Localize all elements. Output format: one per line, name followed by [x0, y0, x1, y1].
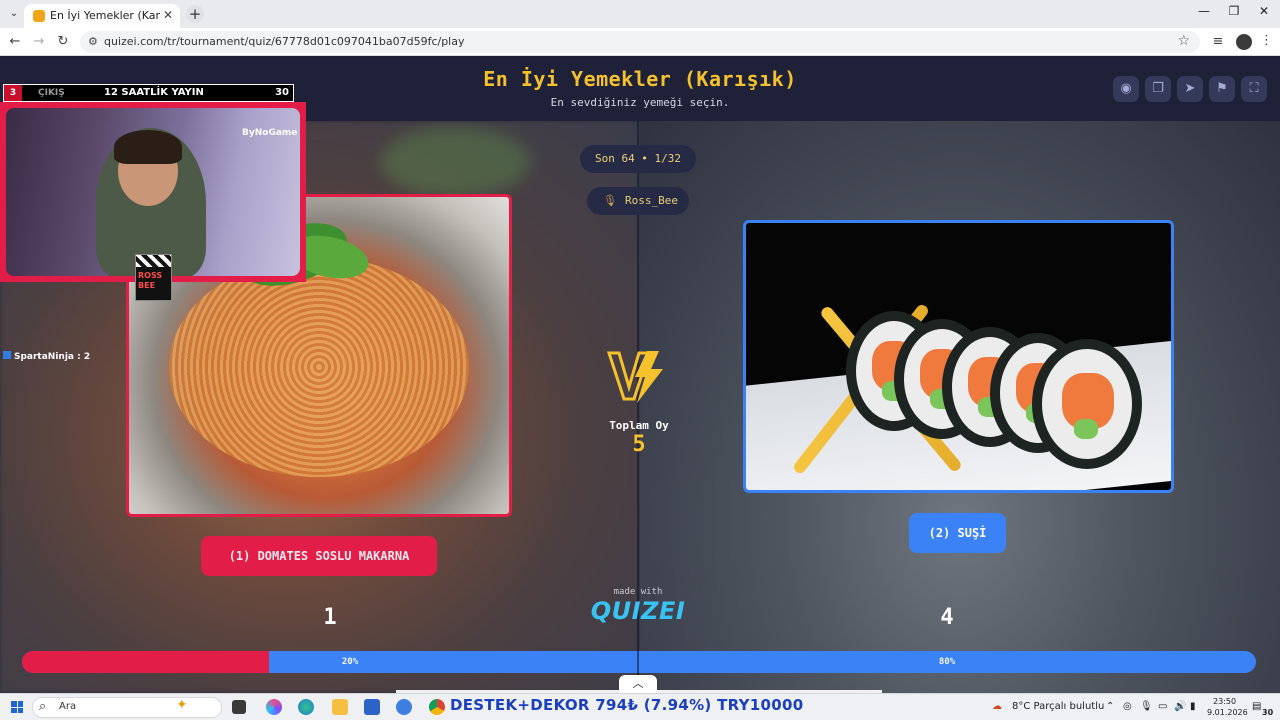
flag-icon[interactable]: ⚑	[1209, 76, 1235, 102]
bookmark-star-icon[interactable]: ☆	[1177, 33, 1190, 49]
background-leaf	[380, 127, 530, 197]
notification-bell-icon[interactable]: ▤	[1252, 701, 1261, 712]
tab-search-chevron-icon[interactable]: ⌄	[6, 6, 22, 22]
tray-app-icon[interactable]: ◎	[1123, 701, 1132, 712]
address-bar[interactable]: ⚙ quizei.com/tr/tournament/quiz/67778d01…	[80, 31, 1200, 53]
tab-close-icon[interactable]: ✕	[163, 8, 173, 22]
right-percent-label: 80%	[938, 657, 956, 667]
stream-left-number: 3	[4, 85, 22, 101]
tab-favicon-icon	[33, 10, 45, 22]
chat-user-icon	[3, 351, 11, 359]
chat-user: SpartaNinja : 2	[3, 351, 90, 362]
total-votes-label: Toplam Oy	[609, 419, 669, 432]
copy-icon[interactable]: ❐	[1145, 76, 1171, 102]
chrome-icon[interactable]	[429, 699, 445, 715]
vote-progress-bar: 20% 80%	[22, 651, 1256, 673]
reload-icon[interactable]: ↻	[54, 33, 72, 51]
new-tab-button[interactable]: +	[186, 5, 204, 23]
site-info-icon[interactable]: ⚙	[88, 35, 98, 48]
right-vote-count: 4	[940, 605, 954, 630]
stream-exit-label: ÇIKIŞ	[38, 88, 65, 98]
clapperboard-icon	[136, 255, 171, 267]
eye-icon[interactable]: ◉	[1113, 76, 1139, 102]
task-view-icon[interactable]	[232, 700, 246, 714]
close-window-button[interactable]: ✕	[1250, 4, 1278, 18]
total-votes-value: 5	[632, 432, 646, 457]
microphone-icon[interactable]: 🎙	[1140, 701, 1153, 712]
ross-bee-badge: ROSS BEE	[135, 254, 172, 301]
user-icon: 🎙	[603, 194, 617, 207]
back-icon[interactable]: ←	[6, 33, 24, 51]
left-percent-label: 20%	[341, 657, 359, 667]
stream-donation-ticker: DESTEK+DEKOR 794₺ (7.94%) TRY10000	[450, 696, 804, 714]
browser-tab-active[interactable]: En İyi Yemekler (Karışık) - Tier L ✕	[24, 4, 180, 28]
left-vote-count: 1	[323, 605, 337, 630]
browser-menu-icon[interactable]: ⋮	[1260, 33, 1273, 48]
streamer-hair	[114, 130, 182, 164]
copilot-sparkle-icon[interactable]: ✦	[176, 697, 188, 713]
fullscreen-icon[interactable]: ⛶	[1241, 76, 1267, 102]
file-explorer-icon[interactable]	[332, 699, 348, 715]
stream-top-bar: 3 ÇIKIŞ 12 SAATLİK YAYIN 30	[3, 84, 294, 102]
ross-badge-text: ROSS BEE	[138, 271, 163, 290]
tray-chevron-icon[interactable]: ⌃	[1106, 701, 1114, 712]
chat-user-text: SpartaNinja : 2	[14, 352, 91, 362]
made-with-text: made with	[613, 587, 663, 597]
webcam-video: ByNoGame	[6, 108, 300, 276]
weather-text[interactable]: 8°C Parçalı bulutlu	[1012, 701, 1104, 712]
windows-start-icon[interactable]	[11, 701, 23, 713]
copilot-icon[interactable]	[266, 699, 282, 715]
browser-toolbar: ← → ↻ ⚙ quizei.com/tr/tournament/quiz/67…	[0, 28, 1280, 56]
restore-button[interactable]: ❐	[1220, 4, 1248, 18]
progress-center-line	[637, 651, 639, 673]
minimize-button[interactable]: —	[1190, 4, 1218, 18]
network-icon[interactable]: ▭	[1158, 701, 1167, 712]
app-icon[interactable]	[396, 699, 412, 715]
reading-list-icon[interactable]: ≡	[1209, 33, 1227, 51]
stream-title: 12 SAATLİK YAYIN	[104, 87, 204, 98]
tab-title: En İyi Yemekler (Karışık) - Tier L	[50, 9, 160, 22]
choose-right-button[interactable]: (2) SUŞİ	[909, 513, 1006, 553]
send-icon[interactable]: ➤	[1177, 76, 1203, 102]
progress-left-fill	[22, 651, 269, 673]
chevron-up-icon[interactable]: ︿	[619, 675, 657, 693]
browser-tab-strip: ⌄ En İyi Yemekler (Karışık) - Tier L ✕ +…	[0, 0, 1280, 28]
volume-icon[interactable]: 🔊	[1174, 701, 1186, 712]
url-text[interactable]: quizei.com/tr/tournament/quiz/67778d01c0…	[104, 35, 465, 48]
cam-logo: ByNoGame	[242, 128, 298, 138]
profile-avatar[interactable]	[1236, 34, 1252, 50]
store-icon[interactable]	[364, 699, 380, 715]
round-badge: Son 64 • 1/32	[580, 145, 696, 173]
forward-icon[interactable]: →	[30, 33, 48, 51]
vs-icon	[607, 351, 663, 403]
stream-right-number: 30	[275, 87, 289, 98]
player-name: Ross_Bee	[624, 194, 678, 207]
quizei-logo[interactable]: QUIZEI	[0, 597, 1276, 625]
weather-icon: ☁	[992, 701, 1002, 712]
player-badge: 🎙 Ross_Bee	[587, 187, 689, 215]
quiz-page: En İyi Yemekler (Karışık) En sevdiğiniz …	[0, 57, 1280, 693]
battery-icon[interactable]: ▮	[1190, 701, 1196, 712]
edge-icon[interactable]	[298, 699, 314, 715]
clock-date[interactable]: 9.01.2026	[1207, 708, 1248, 717]
clock-time[interactable]: 23:50	[1213, 697, 1236, 706]
notification-count: 30	[1262, 708, 1274, 717]
search-icon[interactable]: ⌕	[39, 699, 46, 714]
choose-left-button[interactable]: (1) DOMATES SOSLU MAKARNA	[201, 536, 437, 576]
taskbar-search-placeholder[interactable]: Ara	[59, 701, 76, 712]
